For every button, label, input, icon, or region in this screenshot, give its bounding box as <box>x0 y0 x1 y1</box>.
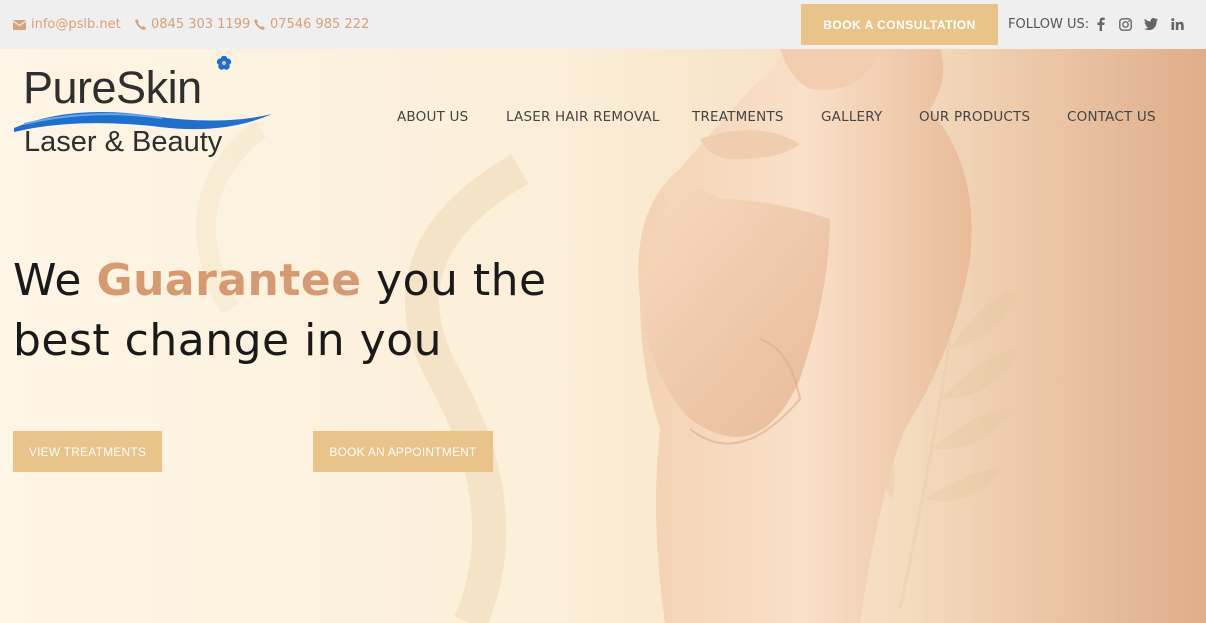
phone-text-1: 0845 303 1199 <box>151 17 251 32</box>
headline-line2: best change in you <box>13 315 443 366</box>
hero-headline: We Guarantee you the best change in you <box>13 251 547 371</box>
top-bar: info@pslb.net 0845 303 1199 07546 985 22… <box>0 0 1206 49</box>
nav-treatments[interactable]: TREATMENTS <box>692 109 784 125</box>
nav-contact-us[interactable]: CONTACT US <box>1067 109 1156 125</box>
email-link[interactable]: info@pslb.net <box>13 17 121 32</box>
view-treatments-button[interactable]: VIEW TREATMENTS <box>13 431 162 472</box>
headline-line1-post: you the <box>361 255 547 306</box>
email-text: info@pslb.net <box>31 17 121 32</box>
phone-icon <box>254 19 265 30</box>
nav-about-us[interactable]: ABOUT US <box>397 109 468 125</box>
book-appointment-button[interactable]: BOOK AN APPOINTMENT <box>313 431 493 472</box>
book-consultation-button[interactable]: BOOK A CONSULTATION <box>801 4 998 45</box>
instagram-icon[interactable] <box>1117 16 1133 32</box>
phone-link-2[interactable]: 07546 985 222 <box>254 17 369 32</box>
phone-text-2: 07546 985 222 <box>270 17 370 32</box>
envelope-icon <box>13 19 26 30</box>
nav-laser-hair-removal[interactable]: LASER HAIR REMOVAL <box>506 109 660 125</box>
pureskin-logo[interactable]: PureSkin Laser & Beauty <box>12 56 274 166</box>
nav-our-products[interactable]: OUR PRODUCTS <box>919 109 1030 125</box>
headline-line1-pre: We <box>13 255 97 306</box>
follow-us-label: FOLLOW US: <box>1008 17 1090 32</box>
phone-icon <box>135 19 146 30</box>
nav-gallery[interactable]: GALLERY <box>821 109 882 125</box>
phone-link-1[interactable]: 0845 303 1199 <box>135 17 250 32</box>
twitter-icon[interactable] <box>1143 16 1159 32</box>
flower-icon <box>216 56 232 70</box>
linkedin-icon[interactable] <box>1169 16 1185 32</box>
headline-accent: Guarantee <box>96 255 362 306</box>
facebook-icon[interactable] <box>1093 16 1109 32</box>
logo-sub-text: Laser & Beauty <box>24 126 223 158</box>
